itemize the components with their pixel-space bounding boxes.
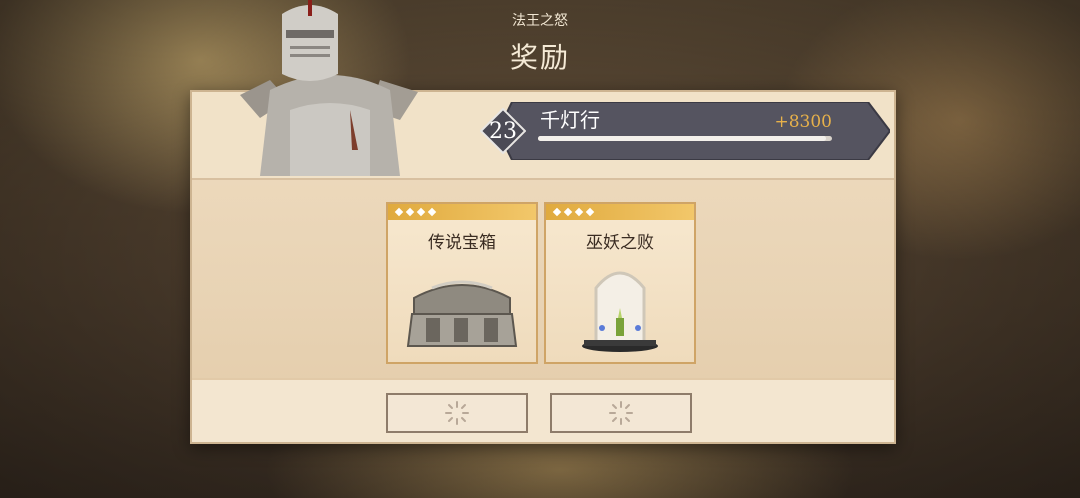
knight-portrait xyxy=(240,0,418,176)
reward-card-lich-defeat[interactable]: 巫妖之败 xyxy=(544,202,696,364)
lich-shrine-icon xyxy=(582,271,658,352)
star-icon xyxy=(585,207,595,217)
level-badge: 23 xyxy=(489,118,517,144)
star-icon xyxy=(563,207,573,217)
reward-label: 传说宝箱 xyxy=(428,233,496,253)
panel-footer xyxy=(192,378,894,442)
star-icon xyxy=(552,207,562,217)
star-ribbon xyxy=(388,204,536,220)
claim-button-1[interactable] xyxy=(386,393,528,433)
claim-button-2[interactable] xyxy=(550,393,692,433)
treasure-chest-icon xyxy=(406,280,518,347)
page-title: 奖励 xyxy=(509,41,570,74)
loading-spinner-icon xyxy=(609,401,633,425)
player-name: 千灯行 xyxy=(540,108,600,132)
progress-bar xyxy=(538,136,832,141)
loading-spinner-icon xyxy=(445,401,469,425)
star-icon xyxy=(574,207,584,217)
reward-label: 巫妖之败 xyxy=(586,233,654,253)
score-value: +8300 xyxy=(774,112,832,132)
star-icon xyxy=(416,207,426,217)
event-title: 法王之怒 xyxy=(512,13,568,29)
reward-card-legendary-chest[interactable]: 传说宝箱 xyxy=(386,202,538,364)
star-ribbon xyxy=(546,204,694,220)
progress-fill xyxy=(538,136,827,141)
star-icon xyxy=(405,207,415,217)
star-icon xyxy=(427,207,437,217)
star-icon xyxy=(394,207,404,217)
